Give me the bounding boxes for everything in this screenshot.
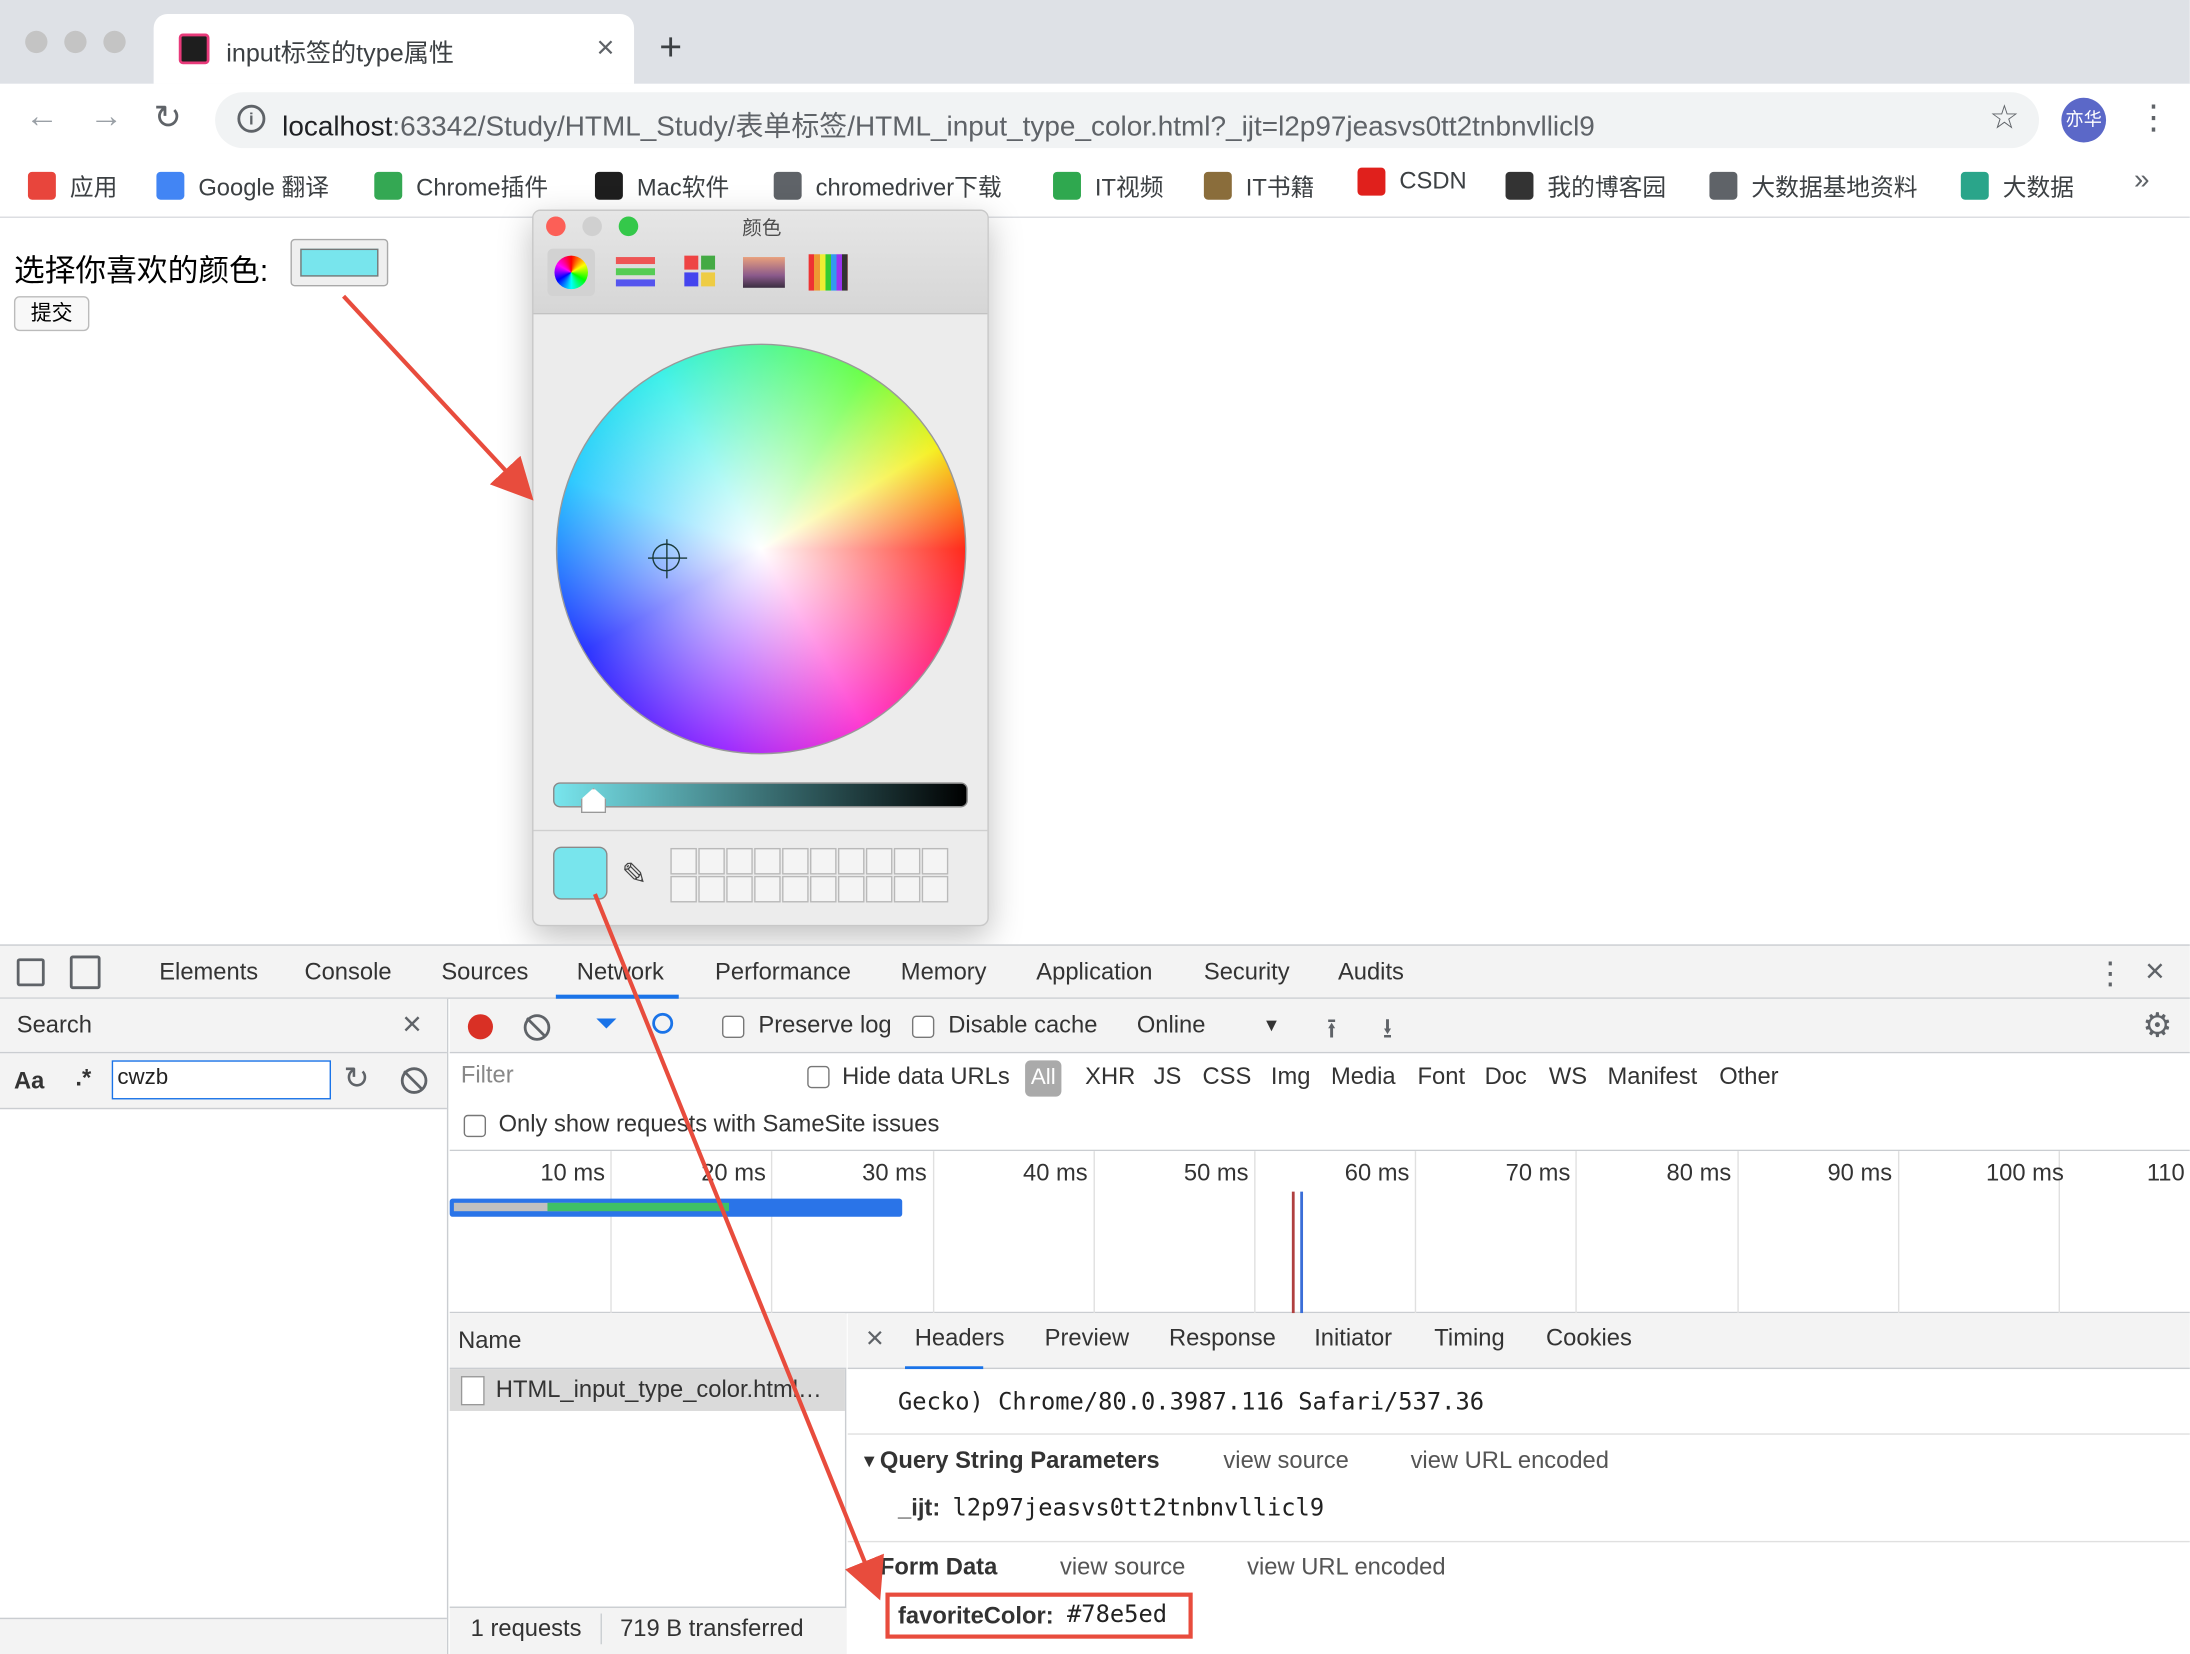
annotation-arrows [342, 294, 884, 1601]
arrow-to-picker [342, 294, 534, 501]
arrow-to-form-data [593, 893, 884, 1601]
